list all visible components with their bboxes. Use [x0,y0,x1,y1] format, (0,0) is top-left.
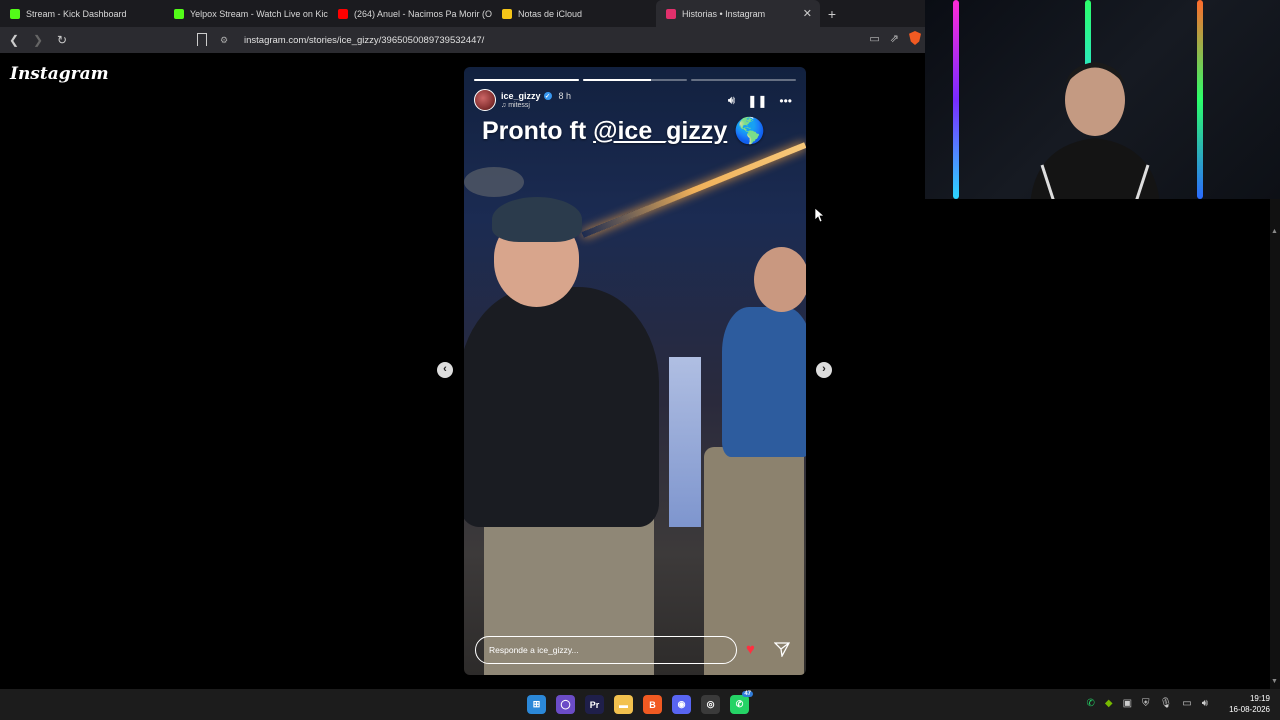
clock-time: 19:19 [1249,694,1270,703]
led-strip-left [953,0,959,199]
music-note-icon: ♫ [501,102,507,109]
tab-label: Yelpox Stream - Watch Live on Kick [190,8,328,19]
story-person-2-body [722,307,806,457]
scroll-up-icon[interactable]: ▲ [1271,228,1278,235]
story-viewer[interactable]: ice_gizzy ✓ 8 h ♫ mitessj 🔊︎ ❚❚ ••• Pron… [464,67,806,675]
story-time: 8 h [558,91,572,101]
taskbar-apps: ⊞ ◯ Pr ▬ B ◉ ◎ ✆ 47 [527,691,753,714]
tab-kick-dashboard[interactable]: Stream - Kick Dashboard [0,0,164,27]
story-scene-fridge [669,357,701,527]
story-caption: Pronto ft @ice_gizzy 🌎 [482,117,765,146]
tab-icloud-notes[interactable]: Notas de iCloud [492,0,656,27]
bookmark-icon[interactable] [197,33,207,46]
tab-yelpox-stream[interactable]: Yelpox Stream - Watch Live on Kick [164,0,328,27]
globe-emoji: 🌎 [734,117,766,145]
nvidia-tray-icon[interactable]: ◆ [1105,698,1113,709]
network-icon[interactable]: ▭ [1182,698,1191,709]
browser-tab-bar: Stream - Kick Dashboard Yelpox Stream - … [0,0,925,27]
close-tab-icon[interactable]: ✕ [803,7,812,20]
clock-date: 16-08-2026 [1229,705,1270,714]
caption-mention[interactable]: @ice_gizzy [593,117,727,145]
kick-icon [10,8,20,19]
story-person-2-head [754,247,806,312]
microphone-icon[interactable]: 🎙︎ [1160,698,1173,709]
toolbar-right-actions: ▭ ⇗ [869,31,925,45]
browser-toolbar: ❮ ❯ ↻ ⚙ instagram.com/stories/ice_gizzy/… [0,27,925,53]
instagram-logo[interactable]: Instagram [10,64,109,84]
like-heart-icon[interactable]: ♥ [746,641,763,658]
site-info-icon[interactable]: ⚙ [220,35,234,46]
story-scene-lamp [464,167,524,197]
share-icon[interactable]: ⇗ [890,32,899,45]
story-username[interactable]: ice_gizzy [501,91,541,101]
story-progress-segment [474,79,579,81]
taskbar-clock[interactable]: 19:19 16-08-2026 [1229,693,1270,715]
tab-label: Stream - Kick Dashboard [26,8,127,19]
notification-badge: 47 [742,691,753,697]
tab-instagram-stories[interactable]: Historias • Instagram ✕ [656,0,820,27]
reply-input[interactable]: Responde a ice_gizzy... [475,636,737,664]
speaker-icon[interactable]: 🔊︎ [1202,698,1208,709]
reply-placeholder: Responde a ice_gizzy... [489,645,579,655]
brave-shields-icon[interactable] [909,31,921,45]
story-controls: 🔊︎ ❚❚ ••• [728,93,792,108]
brave-icon[interactable]: B [643,695,662,714]
send-icon[interactable] [774,641,790,657]
volume-icon[interactable]: 🔊︎ [728,93,736,108]
verified-badge-icon: ✓ [543,92,552,100]
pause-icon[interactable]: ❚❚ [747,94,767,108]
story-audio-label[interactable]: mitessj [508,102,530,109]
story-person-1-body [464,287,659,527]
story-header: ice_gizzy ✓ 8 h ♫ mitessj [474,89,571,111]
instagram-icon [666,8,676,19]
url-text: instagram.com/stories/ice_gizzy/39650500… [244,34,485,46]
cortana-icon[interactable]: ◯ [556,695,575,714]
windows-start-icon[interactable]: ⊞ [527,695,546,714]
story-scene-light [581,142,806,238]
story-progress-segment [582,79,688,81]
new-tab-button[interactable]: + [820,6,844,22]
story-progress-segment [691,79,797,81]
previous-story-button[interactable]: ‹ [437,362,453,378]
webcam-overlay [925,0,1280,199]
forward-icon[interactable]: ❯ [28,33,48,47]
obs-icon[interactable]: ◎ [701,695,720,714]
reload-icon[interactable]: ↻ [52,33,72,47]
premiere-icon[interactable]: Pr [585,695,604,714]
notes-icon [502,8,512,19]
system-tray: ✆ ◆ ▣ ⛨ 🎙︎ ▭ 🔊︎ [1086,698,1208,709]
file-explorer-icon[interactable]: ▬ [614,695,633,714]
scroll-down-icon[interactable]: ▼ [1271,678,1278,685]
windows-taskbar: ⊞ ◯ Pr ▬ B ◉ ◎ ✆ 47 ✆ ◆ ▣ ⛨ 🎙︎ ▭ 🔊︎ 19:19 16-08-… [0,689,1280,720]
tab-label: Historias • Instagram [682,8,766,19]
discord-icon[interactable]: ◉ [672,695,691,714]
mouse-cursor-icon [815,208,825,223]
story-person-1-hair [492,197,582,242]
more-options-icon[interactable]: ••• [779,94,792,108]
page-scrollbar[interactable] [1270,199,1280,689]
led-strip-right [1197,0,1203,199]
caption-text: Pronto ft [482,117,594,145]
back-icon[interactable]: ❮ [4,33,24,47]
next-story-button[interactable]: › [816,362,832,378]
avatar[interactable] [474,89,496,111]
youtube-icon [338,8,348,19]
app-tray-icon[interactable]: ▣ [1123,698,1132,709]
tab-youtube-anuel[interactable]: (264) Anuel - Nacimos Pa Morir (Offi [328,0,492,27]
kick-icon [174,8,184,19]
whatsapp-icon[interactable]: ✆ 47 [730,691,753,714]
tab-label: Notas de iCloud [518,8,583,19]
streamer-figure [1030,62,1160,199]
security-tray-icon[interactable]: ⛨ [1142,698,1150,709]
cast-icon[interactable]: ▭ [869,32,879,45]
story-progress [474,79,797,81]
tab-label: (264) Anuel - Nacimos Pa Morir (Offi [354,8,492,19]
address-bar[interactable]: ⚙ instagram.com/stories/ice_gizzy/396505… [220,30,840,50]
whatsapp-tray-icon[interactable]: ✆ [1086,698,1094,709]
